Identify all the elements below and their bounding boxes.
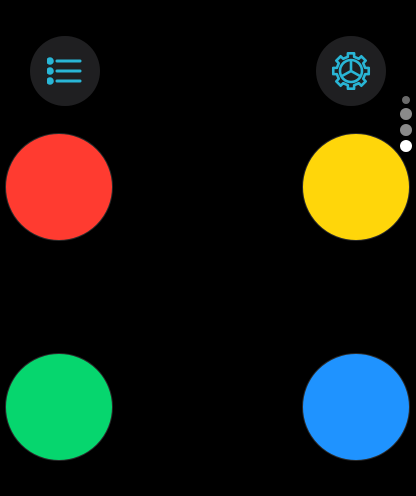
- page-dot: [400, 124, 412, 136]
- watch-screen: [0, 0, 416, 496]
- settings-button[interactable]: [316, 36, 386, 106]
- gear-icon: [331, 51, 371, 91]
- page-indicator: [398, 94, 414, 154]
- page-dot: [402, 96, 410, 104]
- yellow-color-circle[interactable]: [302, 133, 410, 241]
- list-icon: [47, 57, 83, 85]
- page-dot: [400, 108, 412, 120]
- green-color-circle[interactable]: [5, 353, 113, 461]
- blue-color-circle[interactable]: [302, 353, 410, 461]
- red-color-circle[interactable]: [5, 133, 113, 241]
- page-dot-current: [400, 140, 412, 152]
- menu-button[interactable]: [30, 36, 100, 106]
